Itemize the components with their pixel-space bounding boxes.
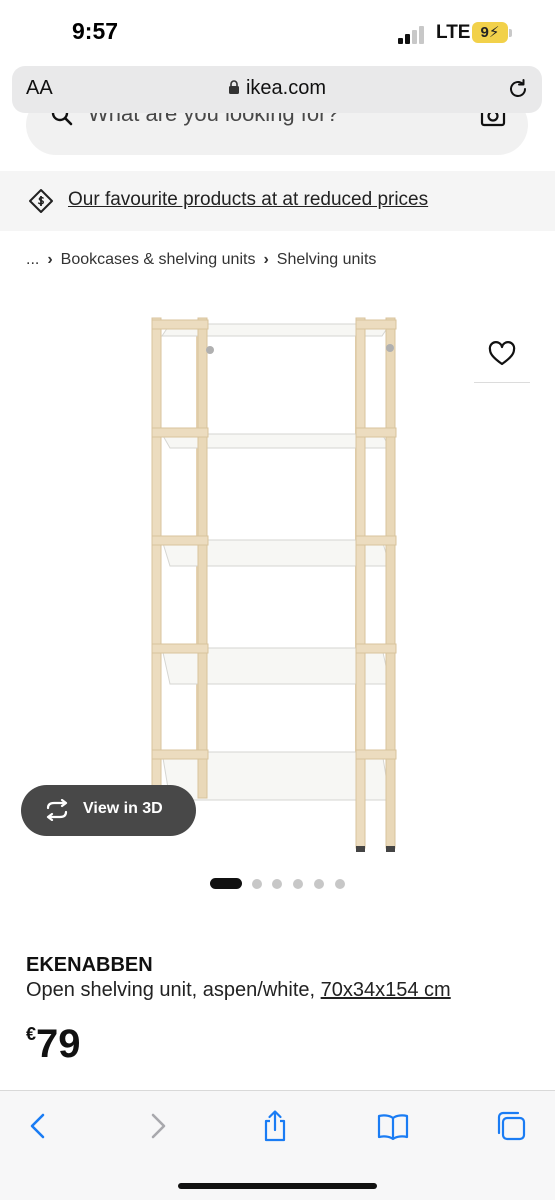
search-area: What are you looking for? bbox=[0, 113, 555, 157]
address-bar[interactable]: AA ikea.com bbox=[12, 66, 542, 113]
breadcrumb-item-shelving-units[interactable]: Shelving units bbox=[277, 251, 377, 268]
product-description: Open shelving unit, aspen/white, 70x34x1… bbox=[26, 979, 451, 1002]
product-name: EKENABBEN bbox=[26, 954, 153, 976]
chevron-right-icon[interactable] bbox=[140, 1109, 174, 1143]
status-time: 9:57 bbox=[72, 18, 119, 44]
url-display[interactable]: ikea.com bbox=[12, 77, 542, 100]
breadcrumb-separator: › bbox=[47, 251, 53, 268]
product-description-text: Open shelving unit, aspen/white, bbox=[26, 979, 316, 1001]
signal-icon bbox=[398, 24, 428, 44]
breadcrumb-ellipsis[interactable]: ... bbox=[26, 251, 39, 268]
home-indicator bbox=[178, 1183, 377, 1189]
search-placeholder: What are you looking for? bbox=[88, 113, 339, 126]
promo-link[interactable]: Our favourite products at at reduced pri… bbox=[68, 189, 428, 211]
search-icon bbox=[50, 113, 74, 127]
breadcrumb-item-bookcases[interactable]: Bookcases & shelving units bbox=[61, 251, 256, 268]
carousel-dot[interactable] bbox=[293, 879, 303, 889]
product-size-link[interactable]: 70x34x154 cm bbox=[321, 979, 451, 1001]
price-value: 79 bbox=[36, 1022, 81, 1066]
breadcrumb-separator: › bbox=[263, 251, 269, 268]
view-in-3d-button[interactable]: View in 3D bbox=[21, 785, 196, 836]
status-bar: 9:57 LTE 9⚡ bbox=[0, 0, 555, 62]
carousel-dot[interactable] bbox=[252, 879, 262, 889]
product-price: €79 bbox=[26, 1022, 81, 1067]
reload-icon[interactable] bbox=[506, 77, 530, 101]
rotate-3d-icon bbox=[43, 798, 71, 822]
book-icon[interactable] bbox=[376, 1109, 410, 1143]
tabs-icon[interactable] bbox=[494, 1109, 528, 1143]
battery-nub bbox=[509, 29, 512, 37]
battery-icon: 9⚡ bbox=[472, 22, 508, 43]
promo-banner[interactable]: Our favourite products at at reduced pri… bbox=[0, 171, 555, 231]
url-text: ikea.com bbox=[245, 77, 327, 99]
carousel-dot[interactable] bbox=[210, 878, 242, 889]
lock-icon bbox=[228, 78, 240, 94]
search-input[interactable]: What are you looking for? bbox=[26, 113, 528, 155]
battery-level: 9 bbox=[480, 24, 489, 41]
chevron-left-icon[interactable] bbox=[22, 1109, 56, 1143]
price-tag-icon bbox=[28, 188, 54, 214]
price-currency: € bbox=[26, 1024, 37, 1044]
carousel-dot[interactable] bbox=[272, 879, 282, 889]
wishlist-divider bbox=[474, 382, 530, 383]
camera-icon[interactable] bbox=[480, 113, 506, 127]
breadcrumb: ... › Bookcases & shelving units › Shelving … bbox=[26, 251, 376, 269]
share-icon[interactable] bbox=[258, 1109, 292, 1143]
product-image[interactable] bbox=[140, 300, 420, 860]
heart-icon[interactable] bbox=[488, 341, 516, 367]
network-label: LTE bbox=[436, 22, 471, 43]
view-in-3d-label: View in 3D bbox=[83, 800, 163, 817]
carousel-dot[interactable] bbox=[335, 879, 345, 889]
carousel-dot[interactable] bbox=[314, 879, 324, 889]
